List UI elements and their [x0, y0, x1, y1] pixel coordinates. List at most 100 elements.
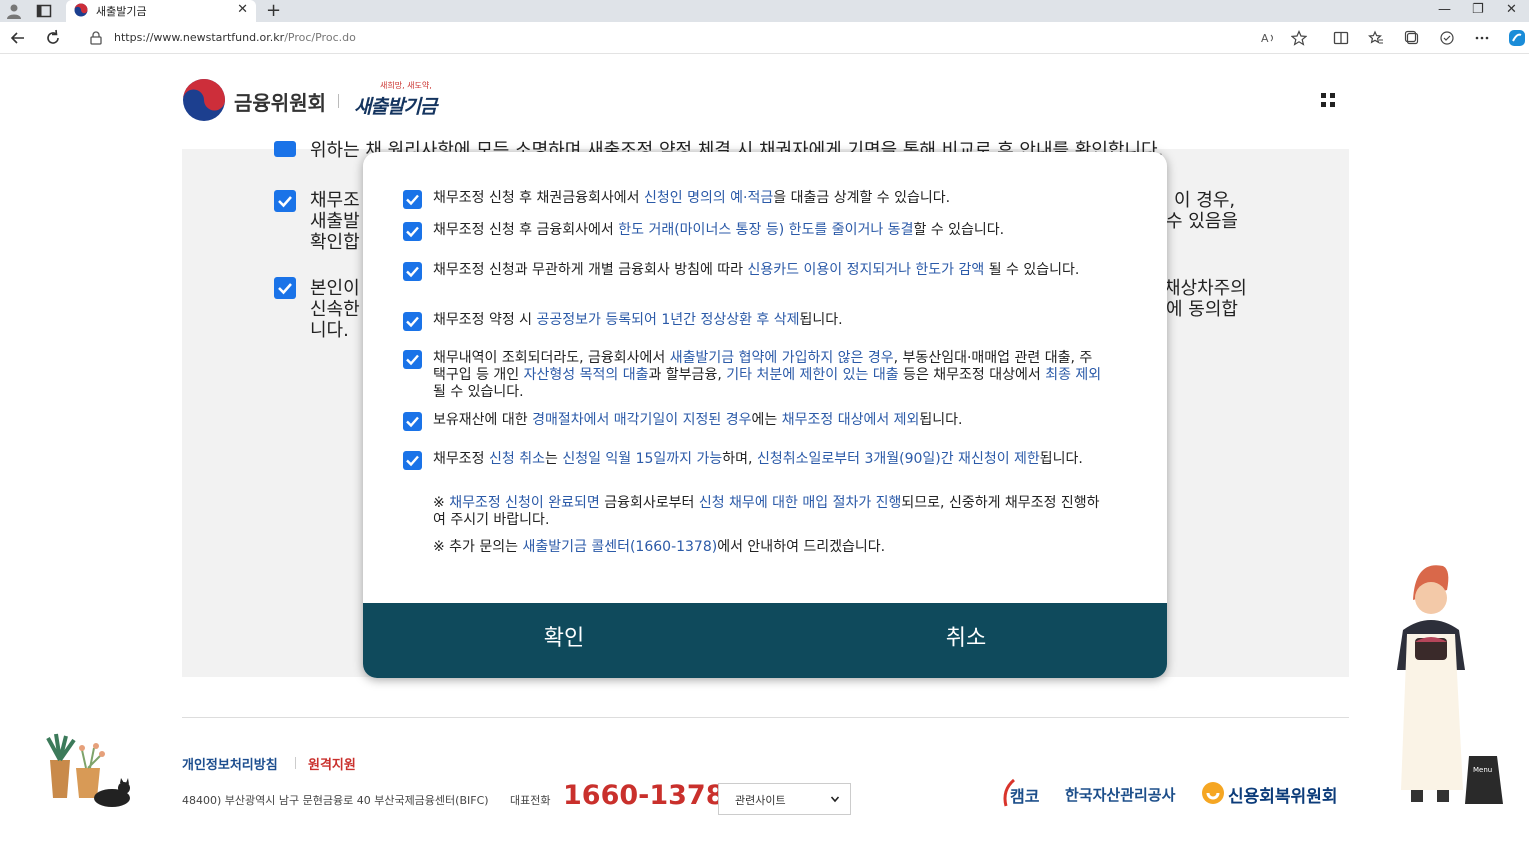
highlight-text: 채무조정 대상에서 제외: [781, 412, 920, 428]
plain-text: 채무조정 신청 후 금융회사에서: [433, 222, 619, 238]
related-sites-label: 관련사이트: [735, 794, 786, 807]
favorites-icon[interactable]: [1368, 30, 1384, 46]
taegeuk-logo-icon[interactable]: [182, 78, 226, 122]
highlight-text: 신청취소일로부터 3개월(90일)간 재신청이 제한: [756, 451, 1040, 467]
fsc-name[interactable]: 금융위원회: [234, 87, 326, 116]
plain-text: 채무조정 신청과 무관하게 개별 금융회사 방침에 따라: [433, 262, 748, 278]
cancel-button[interactable]: 취소: [765, 603, 1167, 678]
related-sites-select[interactable]: 관련사이트: [718, 783, 851, 815]
highlight-text: 채무조정 신청이 완료되면: [449, 495, 600, 511]
consent-item-text: 채무조정 신청과 무관하게 개별 금융회사 방침에 따라 신용카드 이용이 정지…: [433, 262, 1103, 279]
plain-text: 됩니다.: [919, 412, 963, 428]
confirm-button[interactable]: 확인: [363, 603, 765, 678]
footer-divider: [182, 717, 1349, 718]
consent-checkbox[interactable]: [403, 190, 422, 209]
consent-checkbox[interactable]: [403, 412, 422, 431]
highlight-text: 새출발기금 콜센터(1660-1378): [522, 539, 718, 555]
read-aloud-icon[interactable]: A: [1260, 30, 1276, 46]
bg-checkbox[interactable]: [274, 190, 296, 212]
ccrs-name[interactable]: 신용회복위원회: [1228, 782, 1337, 807]
highlight-text: 공공정보가 등록되어 1년간 정상상환 후 삭제: [536, 312, 800, 328]
highlight-text: 최종 제외: [1045, 367, 1102, 383]
favorite-icon[interactable]: [1291, 30, 1307, 46]
highlight-text: 신청인 명의의 예·적금: [644, 190, 774, 206]
highlight-text: 신청일 익월 15일까지 가능: [562, 451, 723, 467]
back-icon[interactable]: [8, 28, 28, 48]
plain-text: 채무내역이 조회되더라도, 금융회사에서: [433, 350, 670, 366]
plain-text: ※: [433, 495, 450, 511]
check-icon: [406, 194, 419, 206]
new-tab-icon[interactable]: +: [266, 0, 281, 21]
bg-item-line: 신속한: [310, 299, 360, 320]
profile-icon[interactable]: [6, 3, 22, 19]
svg-text:A: A: [1261, 32, 1269, 45]
bg-item-line: 에 동의합: [1166, 299, 1238, 320]
barista-character-illustration-icon: Menu: [1397, 565, 1503, 804]
nsf-logo-text[interactable]: 새출발기금: [354, 92, 437, 119]
plain-text: 채무조정 약정 시: [433, 312, 537, 328]
tabs-icon[interactable]: [36, 3, 52, 19]
consent-checkbox[interactable]: [403, 451, 422, 470]
tab-title: 새출발기금: [96, 5, 147, 18]
copilot-icon[interactable]: [1508, 29, 1526, 47]
plain-text: 하며,: [722, 451, 757, 467]
collections-icon[interactable]: [1404, 30, 1420, 46]
consent-checkbox[interactable]: [403, 350, 422, 369]
grid-menu-icon[interactable]: [1320, 92, 1336, 108]
site-header: 금융위원회 새희망, 새도약, 새출발기금: [0, 54, 1529, 149]
plain-text: 할 수 있습니다.: [913, 222, 1005, 238]
consent-checkbox[interactable]: [403, 262, 422, 281]
check-icon: [406, 354, 419, 366]
check-icon: [406, 455, 419, 467]
kamco-name[interactable]: 한국자산관리공사: [1065, 784, 1175, 805]
bg-checkbox[interactable]: [274, 141, 296, 157]
ccrs-logo-icon[interactable]: [1200, 780, 1226, 806]
bg-checkbox[interactable]: [274, 277, 296, 299]
plain-text: 됩니다.: [799, 312, 843, 328]
url-host: https://www.newstartfund.or.kr: [114, 31, 285, 44]
extensions-icon[interactable]: [1439, 30, 1455, 46]
highlight-text: 경매절차에서 매각기일이 지정된 경우: [532, 412, 752, 428]
plain-text: 채무조정: [433, 451, 489, 467]
plain-text: 채무조정 신청 후 채권금융회사에서: [433, 190, 644, 206]
bg-item-line: 채상차주의: [1164, 278, 1247, 299]
bg-item-line: 새출발: [310, 211, 360, 232]
consent-item-text: 채무조정 신청 취소는 신청일 익월 15일까지 가능하며, 신청취소일로부터 …: [433, 451, 1103, 468]
lock-icon[interactable]: [90, 31, 102, 45]
bg-item-line: 확인합: [310, 232, 360, 253]
kamco-mark-text: 캠코: [1010, 787, 1040, 806]
window-close-icon[interactable]: ✕: [1506, 2, 1517, 17]
plain-text: 보유재산에 대한: [433, 412, 533, 428]
minimize-icon[interactable]: —: [1438, 2, 1451, 17]
highlight-text: 기타 처분에 제한이 있는 대출: [726, 367, 899, 383]
reload-icon[interactable]: [43, 28, 63, 48]
browser-tab[interactable]: 새출발기금 ✕: [66, 0, 256, 22]
kamco-logo-icon[interactable]: 캠코: [1000, 776, 1058, 812]
bg-item-line: 니다.: [310, 320, 349, 341]
highlight-text: 새출발기금 협약에 가입하지 않은 경우: [669, 350, 894, 366]
footer-separator: [295, 757, 296, 769]
phone-number: 1660-1378: [563, 780, 725, 811]
remote-support-link[interactable]: 원격지원: [308, 754, 356, 773]
highlight-text: 한도 거래(마이너스 통장 등) 한도를 줄이거나 동결: [618, 222, 914, 238]
plain-text: 을 대출금 상계할 수 있습니다.: [773, 190, 951, 206]
close-icon[interactable]: ✕: [237, 2, 248, 17]
url-path: /Proc/Proc.do: [284, 31, 356, 44]
privacy-policy-link[interactable]: 개인정보처리방침: [182, 754, 278, 773]
plant-cat-illustration-icon: [46, 733, 130, 807]
nsf-tagline: 새희망, 새도약,: [380, 81, 432, 90]
consent-item-text: 채무조정 신청 후 채권금융회사에서 신청인 명의의 예·적금을 대출금 상계할…: [433, 190, 1103, 207]
consent-item-text: 채무조정 약정 시 공공정보가 등록되어 1년간 정상상환 후 삭제됩니다.: [433, 312, 1103, 329]
consent-checkbox[interactable]: [403, 222, 422, 241]
url-text: https://www.newstartfund.or.kr/Proc/Proc…: [114, 31, 356, 44]
restore-icon[interactable]: ❐: [1472, 2, 1484, 17]
split-icon[interactable]: [1333, 30, 1349, 46]
url-input[interactable]: https://www.newstartfund.or.kr/Proc/Proc…: [78, 26, 1318, 50]
consent-checkbox[interactable]: [403, 312, 422, 331]
highlight-text: 신청 취소: [488, 451, 545, 467]
chevron-down-icon: [830, 796, 840, 803]
check-icon: [278, 283, 292, 295]
plain-text: 과 할부금융,: [648, 367, 727, 383]
phone-label: 대표전화: [510, 794, 551, 807]
more-icon[interactable]: [1474, 30, 1490, 46]
